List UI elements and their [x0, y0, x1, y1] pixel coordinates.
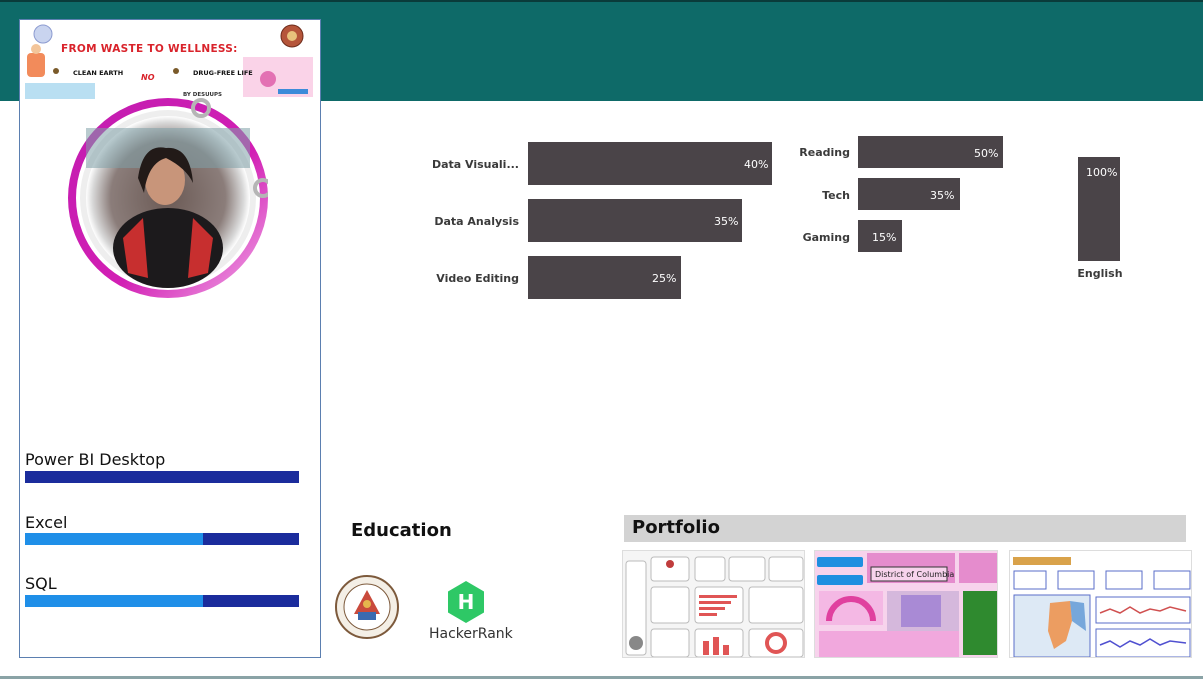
- education-title: Education: [351, 520, 452, 541]
- skills-bar-value: 40%: [744, 158, 769, 171]
- hobbies-category-label: Tech: [822, 189, 850, 202]
- skill-bar-power-bi: [25, 471, 299, 483]
- banner-right-tag: DRUG-FREE LIFE: [193, 69, 253, 77]
- skills-bar[interactable]: [528, 199, 742, 242]
- skill-label-excel: Excel: [25, 513, 68, 532]
- dc-thumb-label: District of Columbia: [875, 570, 955, 579]
- university-seal-icon[interactable]: [334, 574, 400, 640]
- skills-bar[interactable]: [528, 142, 772, 185]
- banner-no-text: NO: [141, 73, 155, 82]
- hobbies-category-label: Gaming: [802, 231, 850, 244]
- skill-bar-excel: [25, 533, 299, 545]
- dc-dashboard-preview: [815, 551, 997, 657]
- us-map-dashboard-preview: [1010, 551, 1191, 657]
- hobbies-category-label: Reading: [799, 146, 850, 159]
- profile-card: FROM WASTE TO WELLNESS: CLEAN EARTH NO D…: [19, 19, 321, 658]
- hobbies-bar-value: 15%: [872, 231, 897, 244]
- skills-category-label: Data Analysis: [434, 215, 519, 228]
- portfolio-header: Portfolio: [624, 515, 1186, 542]
- skills-bar-value: 25%: [652, 272, 677, 285]
- skill-bar-sql: [25, 595, 299, 607]
- hobbies-bar-value: 50%: [974, 147, 999, 160]
- hackerrank-logo-letter: H: [458, 590, 475, 614]
- portfolio-thumb-dc-dashboard[interactable]: District of Columbia: [814, 550, 998, 658]
- skills-category-label: Video Editing: [436, 272, 519, 285]
- language-category-label: English: [1077, 267, 1123, 280]
- campaign-banner: FROM WASTE TO WELLNESS: CLEAN EARTH NO D…: [23, 23, 317, 103]
- language-bar-value: 100%: [1086, 166, 1118, 179]
- skills-category-label: Data Visuali...: [431, 158, 519, 171]
- banner-art: [25, 24, 313, 99]
- skill-fill-sql: [25, 595, 204, 607]
- skill-label-power-bi: Power BI Desktop: [25, 450, 166, 469]
- hackerrank-logo-icon[interactable]: H: [446, 580, 486, 624]
- profile-photo: [68, 98, 268, 298]
- skills-bar-value: 35%: [714, 215, 739, 228]
- banner-left-tag: CLEAN EARTH: [73, 69, 124, 77]
- hobbies-bar-value: 35%: [930, 189, 955, 202]
- portfolio-title: Portfolio: [632, 517, 720, 538]
- dashboard-page: FROM WASTE TO WELLNESS: CLEAN EARTH NO D…: [0, 0, 1203, 679]
- hr-dashboard-preview: [623, 551, 804, 657]
- portfolio-thumb-us-map-dashboard[interactable]: [1009, 550, 1192, 658]
- skill-fill-excel: [25, 533, 204, 545]
- hackerrank-label[interactable]: HackerRank: [429, 626, 513, 642]
- portfolio-thumb-hr-dashboard[interactable]: [622, 550, 805, 658]
- banner-title: FROM WASTE TO WELLNESS:: [61, 43, 238, 55]
- skill-label-sql: SQL: [25, 574, 57, 593]
